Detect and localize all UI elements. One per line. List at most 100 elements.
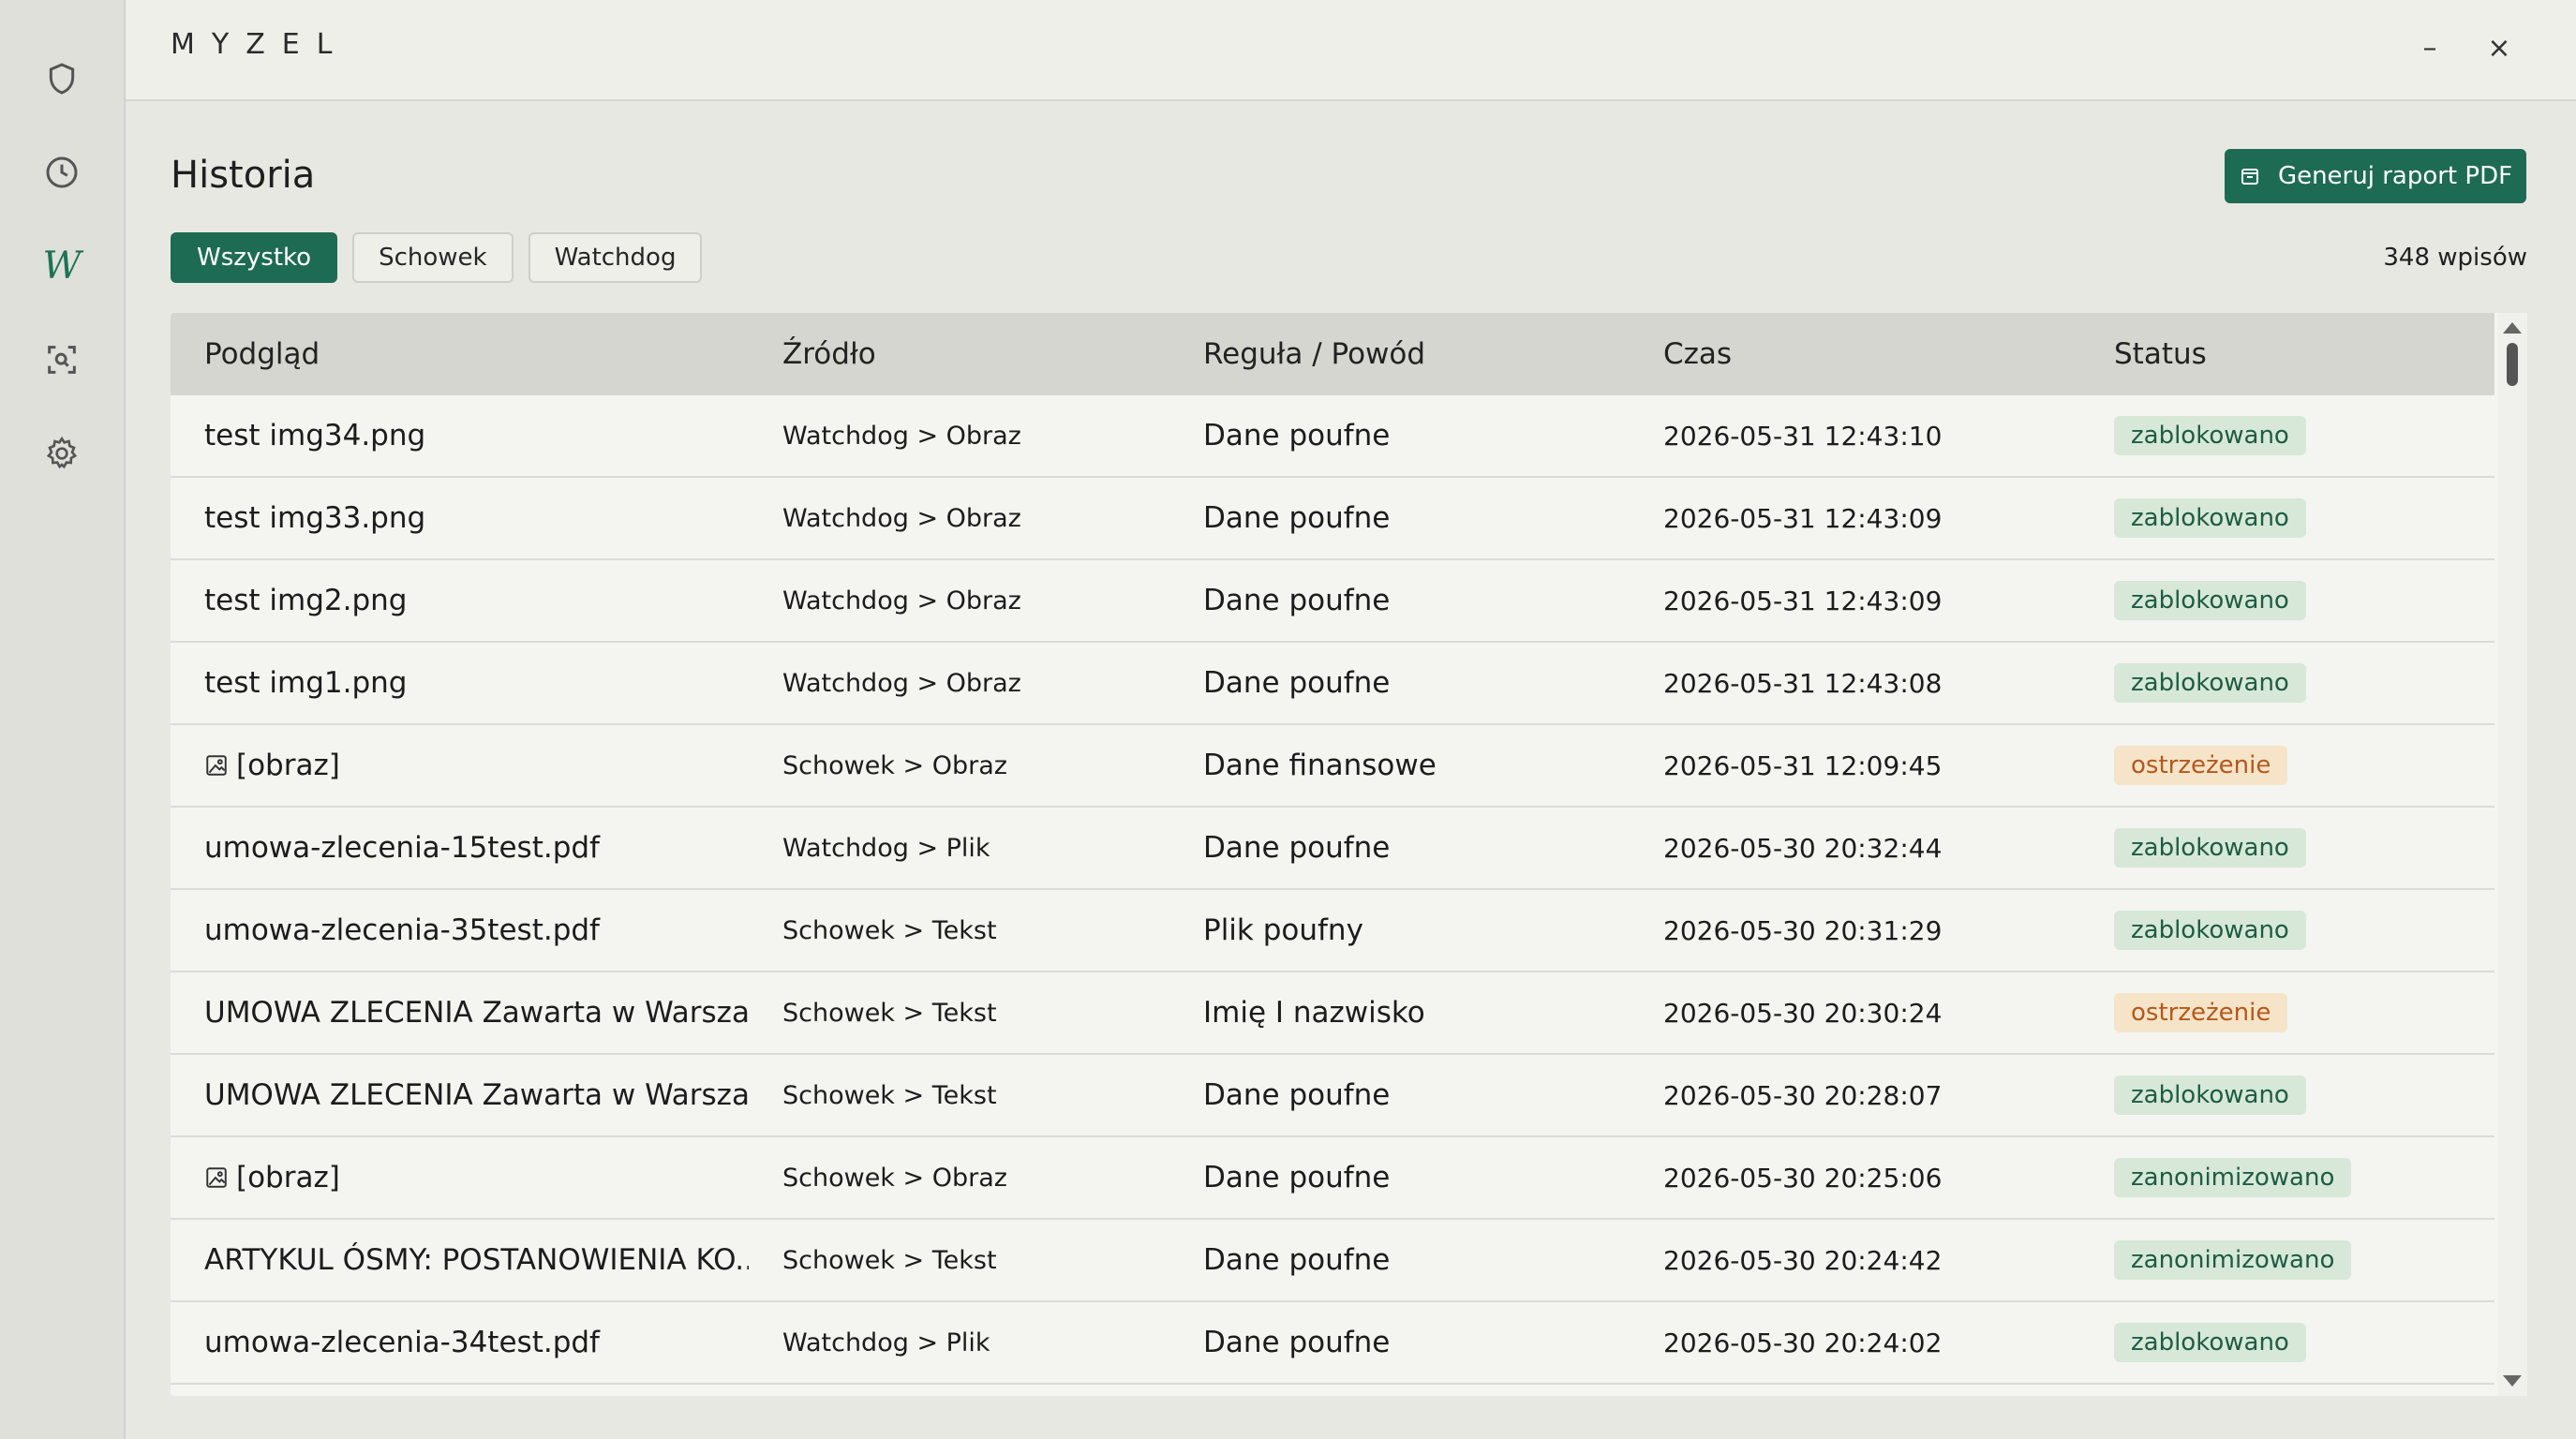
tab-all[interactable]: Wszystko bbox=[171, 232, 338, 283]
table-row[interactable]: test img33.png Watchdog > Obraz Dane poufn… bbox=[171, 477, 2494, 560]
cell-source: Watchdog > Obraz bbox=[749, 559, 1169, 643]
cell-source: Watchdog > Obraz bbox=[749, 395, 1169, 478]
cell-rule: Dane poufne bbox=[1169, 807, 1630, 890]
column-header-rule[interactable]: Reguła / Powód bbox=[1169, 313, 1630, 395]
cell-source: Watchdog > Obraz bbox=[749, 477, 1169, 560]
brand-w-icon[interactable]: W bbox=[34, 238, 90, 294]
preview-text: test img2.png bbox=[204, 584, 408, 617]
scroll-up-icon[interactable] bbox=[2503, 322, 2522, 334]
cell-rule: Imię I nazwisko bbox=[1169, 972, 1630, 1055]
preview-text: ARTYKUL ÓSMY: POSTANOWIENIA KO... bbox=[204, 1243, 749, 1277]
status-badge: ostrzeżenie bbox=[2114, 993, 2288, 1032]
cell-time: 2026-05-30 20:31:29 bbox=[1630, 889, 2080, 972]
cell-source: Watchdog > Plik bbox=[749, 807, 1169, 890]
title-bar: MYZEL – × bbox=[126, 0, 2576, 101]
cell-source: Schowek > Tekst bbox=[749, 1054, 1169, 1137]
table-row[interactable]: umowa-zlecenia-15test.pdf Watchdog > Plik… bbox=[171, 807, 2494, 890]
table-row[interactable]: umowa-zlecenia-35test.pdf Schowek > Tekst… bbox=[171, 889, 2494, 972]
image-icon bbox=[206, 1167, 227, 1188]
column-header-time[interactable]: Czas bbox=[1630, 313, 2080, 395]
table-row[interactable]: test img2.png Watchdog > Obraz Dane poufne… bbox=[171, 559, 2494, 643]
cell-rule: Dane poufne bbox=[1169, 1301, 1630, 1385]
cell-preview: UMOWA ZLECENIA Zawarta w Warsza... bbox=[171, 972, 749, 1055]
sidebar: W bbox=[0, 0, 126, 1439]
status-badge: zablokowano bbox=[2114, 581, 2306, 620]
table-scrollbar[interactable] bbox=[2497, 313, 2527, 1396]
table-row[interactable]: test img1.png Watchdog > Obraz Dane poufne… bbox=[171, 642, 2494, 725]
filter-tabs: Wszystko Schowek Watchdog bbox=[171, 232, 703, 283]
clock-icon[interactable] bbox=[34, 144, 90, 200]
status-badge: zablokowano bbox=[2114, 416, 2306, 455]
table-row[interactable]: UMOWA ZLECENIA Zawarta w Warsza... Schowe… bbox=[171, 1054, 2494, 1137]
tab-watchdog[interactable]: Watchdog bbox=[528, 232, 703, 283]
cell-source: Schowek > Tekst bbox=[749, 972, 1169, 1055]
generate-pdf-label: Generuj raport PDF bbox=[2277, 162, 2513, 190]
cell-status: zanonimizowano bbox=[2080, 1219, 2494, 1302]
page-title: Historia bbox=[171, 154, 316, 197]
cell-rule: Dane poufne bbox=[1169, 642, 1630, 725]
cell-time: 2026-05-30 20:30:24 bbox=[1630, 972, 2080, 1055]
cell-status: zablokowano bbox=[2080, 889, 2494, 972]
cell-status: ostrzeżenie bbox=[2080, 724, 2494, 808]
table-row[interactable]: [obraz] Schowek > Obraz Dane finansowe 2026… bbox=[171, 724, 2494, 808]
cell-preview: umowa-zlecenia-15test.pdf bbox=[171, 807, 749, 890]
scroll-thumb[interactable] bbox=[2507, 343, 2518, 386]
cell-status: zanonimizowano bbox=[2080, 1136, 2494, 1220]
cell-preview: test img33.png bbox=[171, 477, 749, 560]
cell-source: Watchdog > Plik bbox=[749, 1301, 1169, 1385]
cell-preview: ARTYKUL ÓSMY: POSTANOWIENIA KO... bbox=[171, 1219, 749, 1302]
cell-time: 2026-05-31 12:09:45 bbox=[1630, 724, 2080, 808]
minimize-button[interactable]: – bbox=[2406, 24, 2453, 71]
cell-time: 2026-05-30 20:24:02 bbox=[1630, 1301, 2080, 1385]
entries-count: 348 wpisów bbox=[2383, 244, 2527, 272]
history-table: Podgląd Źródło Reguła / Powód Czas Statu… bbox=[171, 313, 2527, 1396]
scan-icon[interactable] bbox=[34, 332, 90, 388]
preview-text: test img34.png bbox=[204, 419, 426, 452]
column-header-status[interactable]: Status bbox=[2080, 313, 2494, 395]
table-row[interactable]: umowa-zlecenia-34test.pdf Watchdog > Plik… bbox=[171, 1301, 2494, 1385]
shield-icon[interactable] bbox=[34, 51, 90, 107]
cell-source: Schowek > Tekst bbox=[749, 889, 1169, 972]
brand-w-label: W bbox=[42, 245, 82, 288]
app-logo: MYZEL bbox=[171, 28, 350, 61]
preview-text: umowa-zlecenia-35test.pdf bbox=[204, 913, 600, 947]
table-row[interactable]: UMOWA ZLECENIA Zawarta w Warsza... Schowe… bbox=[171, 972, 2494, 1055]
cell-time: 2026-05-30 20:28:07 bbox=[1630, 1054, 2080, 1137]
cell-status: zablokowano bbox=[2080, 1301, 2494, 1385]
cell-time: 2026-05-30 20:32:44 bbox=[1630, 807, 2080, 890]
status-badge: zablokowano bbox=[2114, 828, 2306, 868]
table-header: Podgląd Źródło Reguła / Powód Czas Statu… bbox=[171, 313, 2494, 395]
status-badge: zablokowano bbox=[2114, 1323, 2306, 1362]
gear-icon[interactable] bbox=[34, 425, 90, 482]
cell-preview: test img1.png bbox=[171, 642, 749, 725]
cell-time: 2026-05-31 12:43:09 bbox=[1630, 559, 2080, 643]
cell-time: 2026-05-31 12:43:10 bbox=[1630, 395, 2080, 478]
preview-text: [obraz] bbox=[236, 1161, 340, 1194]
table-row[interactable]: test img34.png Watchdog > Obraz Dane poufn… bbox=[171, 395, 2494, 478]
cell-rule: Dane poufne bbox=[1169, 559, 1630, 643]
preview-text: umowa-zlecenia-15test.pdf bbox=[204, 831, 600, 865]
cell-time: 2026-05-30 20:24:42 bbox=[1630, 1219, 2080, 1302]
tab-clipboard[interactable]: Schowek bbox=[352, 232, 514, 283]
status-badge: zanonimizowano bbox=[2114, 1240, 2352, 1280]
close-button[interactable]: × bbox=[2476, 24, 2523, 71]
table-row[interactable]: ARTYKUL ÓSMY: POSTANOWIENIA KO... Schowek… bbox=[171, 1219, 2494, 1302]
cell-preview: [obraz] bbox=[171, 1136, 749, 1220]
cell-preview: UMOWA ZLECENIA Zawarta w Warsza... bbox=[171, 1054, 749, 1137]
cell-preview: test img34.png bbox=[171, 395, 749, 478]
status-badge: zablokowano bbox=[2114, 911, 2306, 950]
cell-status: zablokowano bbox=[2080, 642, 2494, 725]
cell-status: zablokowano bbox=[2080, 807, 2494, 890]
preview-text: umowa-zlecenia-34test.pdf bbox=[204, 1326, 600, 1359]
cell-time: 2026-05-31 12:43:08 bbox=[1630, 642, 2080, 725]
column-header-source[interactable]: Źródło bbox=[749, 313, 1169, 395]
preview-text: [obraz] bbox=[236, 749, 340, 782]
cell-status: zablokowano bbox=[2080, 477, 2494, 560]
table-row[interactable]: [obraz] Schowek > Obraz Dane poufne 2026-05… bbox=[171, 1136, 2494, 1220]
generate-pdf-button[interactable]: Generuj raport PDF bbox=[2225, 149, 2526, 203]
cell-status: zablokowano bbox=[2080, 395, 2494, 478]
cell-time: 2026-05-30 20:25:06 bbox=[1630, 1136, 2080, 1220]
scroll-down-icon[interactable] bbox=[2503, 1375, 2522, 1387]
column-header-preview[interactable]: Podgląd bbox=[171, 313, 749, 395]
image-icon bbox=[206, 755, 227, 776]
